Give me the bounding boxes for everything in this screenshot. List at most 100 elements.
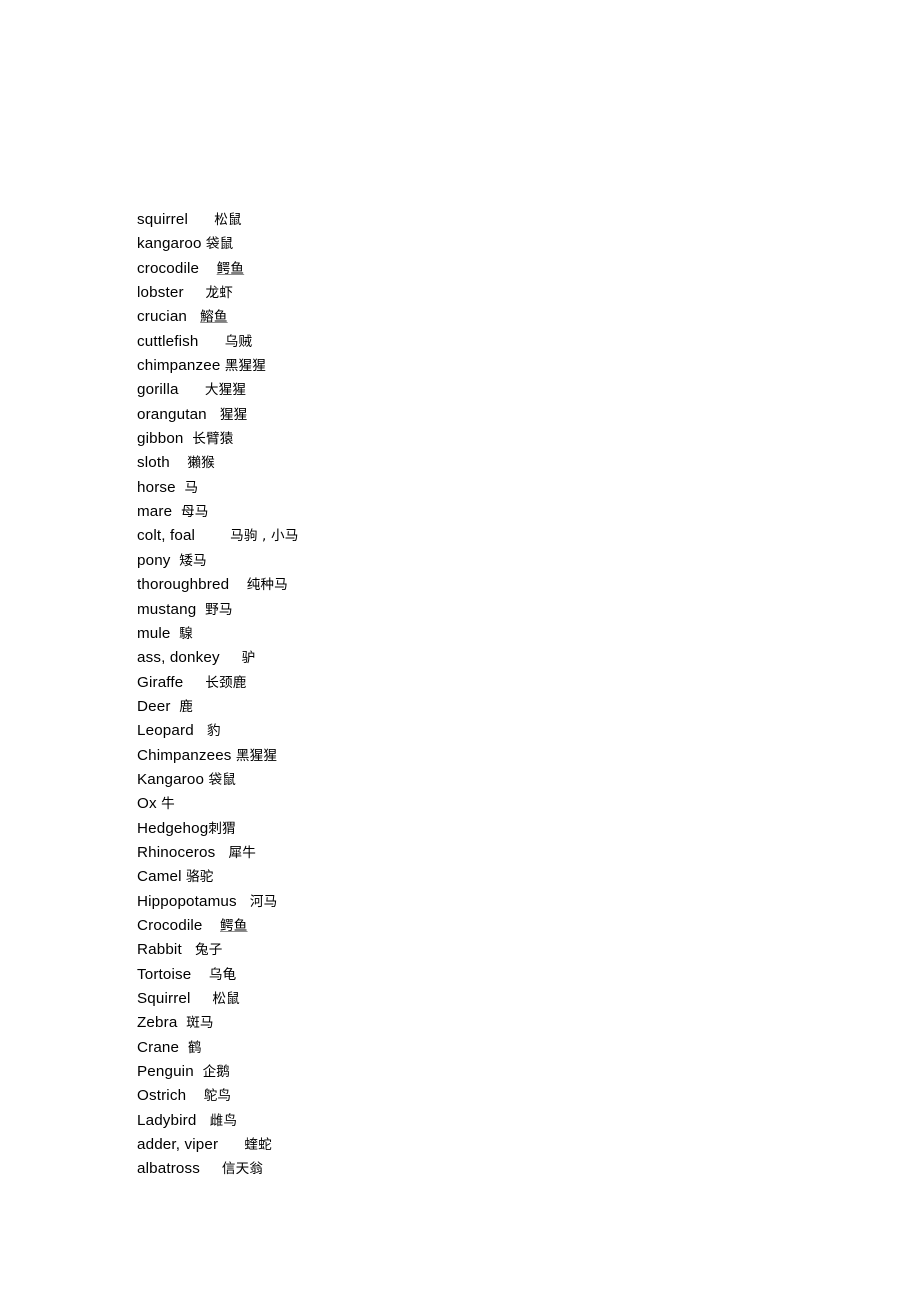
vocab-term-english: chimpanzee [137,357,221,375]
vocab-gloss-chinese: 野马 [205,601,233,618]
vocab-gap [188,211,214,228]
vocab-line: kangaroo 袋鼠 [137,232,837,256]
vocab-line: Chimpanzees 黑猩猩 [137,744,837,768]
vocabulary-list: squirrel 松鼠 kangaroo 袋鼠 crocodile 鳄鱼 lobste… [137,208,837,1182]
vocab-term-english: squirrel [137,211,189,228]
vocab-line: crocodile 鳄鱼 [137,257,837,281]
vocab-term-english: sloth [137,454,170,472]
vocab-line: Penguin 企鹅 [137,1060,837,1084]
vocab-gap [172,503,181,520]
vocab-gloss-chinese: 黑猩猩 [224,358,267,375]
vocab-gloss-chinese: 乌贼 [224,333,253,350]
vocab-line: Rabbit 兔子 [137,938,837,962]
vocab-line: adder, viper 蝰蛇 [137,1133,837,1157]
vocab-term-english: orangutan [137,405,207,423]
vocab-gloss-chinese: 刺猬 [208,820,236,837]
vocab-gap [194,1063,203,1080]
vocab-gloss-chinese: 信天翁 [221,1161,264,1178]
vocab-term-english: Zebra [137,1014,178,1032]
vocab-term-english: Tortoise [137,965,192,983]
vocab-term-english: Leopard [137,722,194,740]
vocab-line: sloth 獺猴 [137,451,837,475]
vocab-gloss-chinese: 马驹 , 小马 [230,528,299,545]
vocab-line: Ladybird 雌鸟 [137,1109,837,1133]
vocab-gloss-chinese: 雌鸟 [209,1112,238,1129]
vocab-line: gorilla 大猩猩 [137,378,837,402]
vocab-gloss-chinese: 龙虾 [205,285,234,302]
vocab-line: Deer 鹿 [137,695,837,719]
vocab-gloss-chinese: 袋鼠 [205,236,234,253]
vocab-gap [170,454,188,471]
vocab-line: Tortoise 乌龟 [137,963,837,987]
vocab-line: Zebra 斑马 [137,1011,837,1035]
vocab-line: ass, donkey 驴 [137,646,837,670]
vocab-line: orangutan 猩猩 [137,403,837,427]
vocab-term-english: kangaroo [137,235,202,253]
vocab-gap [195,527,230,544]
vocab-line: Squirrel 松鼠 [137,987,837,1011]
vocab-gap [186,1087,204,1104]
vocab-gap [229,576,247,593]
vocab-line: crucian 鰫鱼 [137,305,837,329]
vocab-term-english: ass, donkey [137,649,220,667]
vocab-line: squirrel 松鼠 [137,208,837,232]
vocab-gloss-chinese: 驴 [241,650,256,667]
vocab-term-english: mare [137,503,173,521]
vocab-gloss-chinese: 大猩猩 [204,382,247,399]
vocab-term-english: mule [137,624,171,642]
vocab-line: Ox 牛 [137,792,837,816]
vocab-term-english: Chimpanzees [137,746,232,764]
vocab-term-english: Kangaroo [137,770,205,788]
vocab-gap [176,479,185,496]
vocab-gloss-chinese: 黑猩猩 [235,747,278,764]
vocab-line: pony 矮马 [137,549,837,573]
vocab-gap [196,1112,209,1129]
vocab-term-english: adder, viper [137,1136,219,1154]
vocab-gap [200,1160,222,1177]
vocab-term-english: thoroughbred [137,576,230,594]
vocab-gloss-chinese: 马 [184,479,199,496]
vocab-line: lobster 龙虾 [137,281,837,305]
vocab-line: Leopard 豹 [137,719,837,743]
vocab-line: Hippopotamus 河马 [137,890,837,914]
vocab-gap [179,381,205,398]
vocab-line: Crane 鹤 [137,1036,837,1060]
vocab-gap [198,333,224,350]
vocab-gap [179,1039,188,1056]
vocab-gloss-chinese: 袋鼠 [208,771,236,788]
vocab-gap [215,844,228,861]
vocab-gloss-chinese: 斑马 [186,1015,214,1032]
vocab-gap [187,308,200,325]
vocab-term-english: Squirrel [137,990,191,1007]
vocab-gap [171,552,180,569]
vocab-gap [220,649,242,666]
vocab-term-english: Hippopotamus [137,892,237,910]
vocab-gap [199,260,217,277]
vocab-line: cuttlefish 乌贼 [137,330,837,354]
vocab-line: Rhinoceros 犀牛 [137,841,837,865]
vocab-gloss-chinese: 鳄鱼 [220,917,248,934]
vocab-gloss-chinese: 鰫鱼 [200,309,228,326]
vocab-gloss-chinese: 猩猩 [219,406,248,423]
vocab-gloss-chinese: 鹿 [179,698,194,715]
vocab-term-english: horse [137,478,176,496]
vocab-gloss-chinese: 企鹅 [202,1064,231,1081]
vocab-gloss-chinese: 乌龟 [208,966,237,983]
vocab-line: mustang 野马 [137,598,837,622]
vocab-term-english: Rabbit [137,941,182,959]
vocab-gap [237,893,250,910]
vocab-gap [203,917,221,934]
vocab-line: Camel 骆驼 [137,865,837,889]
vocab-gap [191,966,209,983]
vocab-term-english: crucian [137,308,188,326]
vocab-gloss-chinese: 騡 [179,625,194,642]
vocab-gloss-chinese: 鳄鱼 [216,260,245,277]
vocab-gap [182,941,195,958]
vocab-term-english: Crocodile [137,916,203,934]
vocab-gloss-chinese: 獺猴 [187,455,215,472]
vocab-line: mule 騡 [137,622,837,646]
vocab-gloss-chinese: 鸵鸟 [203,1088,232,1105]
vocab-term-english: pony [137,551,171,569]
vocab-gap [184,284,206,301]
vocab-gloss-chinese: 兔子 [194,942,223,959]
